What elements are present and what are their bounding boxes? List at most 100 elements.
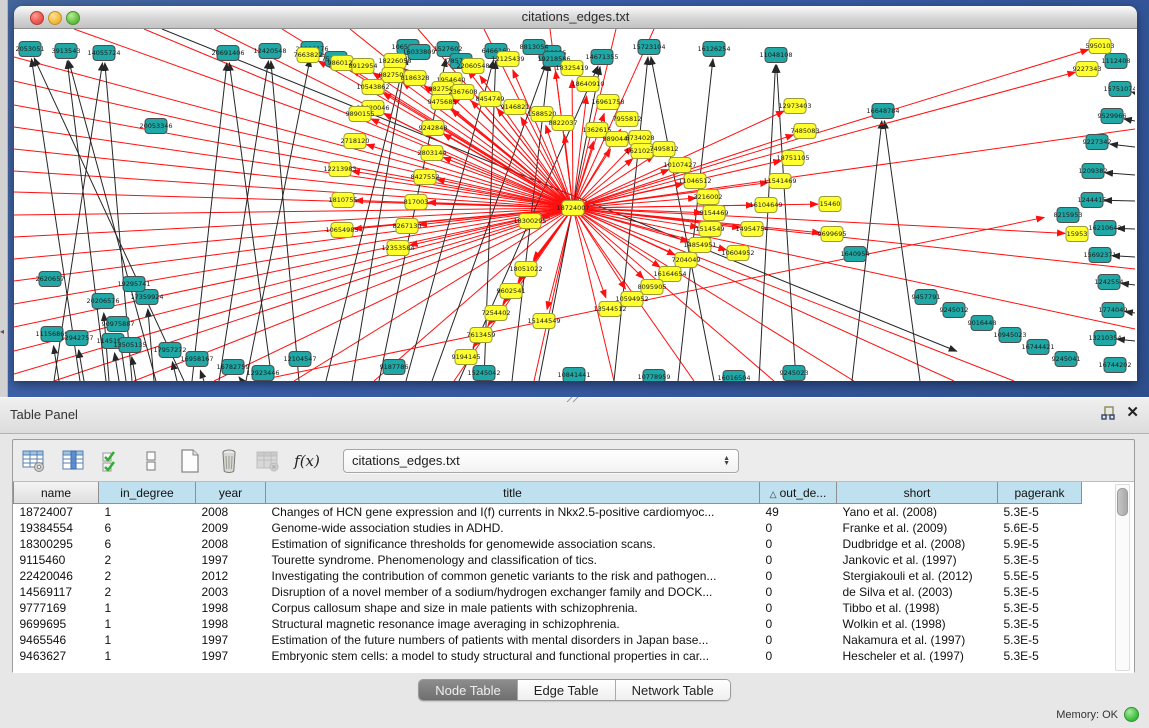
- network-node[interactable]: 2620657: [36, 272, 65, 287]
- cell-year[interactable]: 1998: [196, 616, 266, 632]
- cell-in_degree[interactable]: 6: [99, 536, 196, 552]
- cell-in_degree[interactable]: 2: [99, 552, 196, 568]
- cell-short[interactable]: Hescheler et al. (1997): [837, 648, 998, 664]
- cell-pagerank[interactable]: 5.3E-5: [998, 616, 1082, 632]
- cell-pagerank[interactable]: 5.3E-5: [998, 504, 1082, 521]
- cell-short[interactable]: Jankovic et al. (1997): [837, 552, 998, 568]
- network-node[interactable]: 9699695: [818, 227, 847, 242]
- network-node[interactable]: 18751105: [776, 151, 809, 166]
- table-row[interactable]: 1456911722003Disruption of a novel membe…: [14, 584, 1117, 600]
- network-node[interactable]: 9154469: [700, 206, 729, 221]
- network-node[interactable]: 18640910: [571, 77, 604, 92]
- table-row[interactable]: 1830029562008Estimation of significance …: [14, 536, 1117, 552]
- network-node[interactable]: 7485083: [791, 124, 820, 139]
- cell-short[interactable]: de Silva et al. (2003): [837, 584, 998, 600]
- cell-in_degree[interactable]: 6: [99, 520, 196, 536]
- network-node[interactable]: 15144549: [527, 314, 560, 329]
- select-columns-icon[interactable]: [99, 448, 125, 474]
- network-node[interactable]: 9529966: [1098, 109, 1127, 124]
- cell-in_degree[interactable]: 1: [99, 600, 196, 616]
- new-column-icon[interactable]: [177, 448, 203, 474]
- network-node[interactable]: 1514549: [696, 222, 725, 237]
- cell-year[interactable]: 2008: [196, 504, 266, 521]
- network-node[interactable]: 9245041: [1052, 352, 1081, 367]
- network-node[interactable]: 15692371: [1083, 248, 1116, 263]
- network-node[interactable]: 9475685: [428, 95, 457, 110]
- table-row[interactable]: 977716911998Corpus callosum shape and si…: [14, 600, 1117, 616]
- table-row[interactable]: 946554611997Estimation of the future num…: [14, 632, 1117, 648]
- rows-icon[interactable]: [138, 448, 164, 474]
- network-node[interactable]: 10945023: [993, 328, 1026, 343]
- network-node[interactable]: 16210643: [1088, 221, 1121, 236]
- scrollbar-thumb[interactable]: [1117, 488, 1128, 516]
- network-node[interactable]: 16104649: [749, 198, 782, 213]
- network-canvas[interactable]: 2053051391354314055724206914061242054822…: [14, 29, 1135, 381]
- cell-title[interactable]: Estimation of significance thresholds fo…: [266, 536, 760, 552]
- cell-pagerank[interactable]: 5.5E-5: [998, 568, 1082, 584]
- cell-in_degree[interactable]: 2: [99, 584, 196, 600]
- tab-node-table[interactable]: Node Table: [419, 680, 517, 700]
- tab-edge-table[interactable]: Edge Table: [517, 680, 615, 700]
- cell-pagerank[interactable]: 5.9E-5: [998, 536, 1082, 552]
- cell-pagerank[interactable]: 5.3E-5: [998, 632, 1082, 648]
- network-node[interactable]: 5950103: [1086, 39, 1115, 54]
- network-node[interactable]: 2803144: [418, 146, 447, 161]
- cell-short[interactable]: Nakamura et al. (1997): [837, 632, 998, 648]
- network-node[interactable]: 7254402: [482, 306, 511, 321]
- network-node[interactable]: 20053346: [139, 119, 172, 134]
- cell-pagerank[interactable]: 5.3E-5: [998, 584, 1082, 600]
- network-node[interactable]: 7955812: [613, 112, 642, 127]
- network-node[interactable]: 1209382: [1079, 164, 1108, 179]
- close-panel-icon[interactable]: ✕: [1126, 406, 1139, 420]
- cell-in_degree[interactable]: 1: [99, 504, 196, 521]
- cell-name[interactable]: 9699695: [14, 616, 99, 632]
- cell-title[interactable]: Tourette syndrome. Phenomenology and cla…: [266, 552, 760, 568]
- network-node[interactable]: 15723104: [632, 40, 665, 55]
- network-node[interactable]: 10778959: [637, 370, 670, 382]
- network-node[interactable]: 18051022: [509, 262, 542, 277]
- network-node[interactable]: 8186328: [401, 71, 430, 86]
- vertical-scrollbar[interactable]: [1115, 484, 1130, 671]
- cell-name[interactable]: 9465546: [14, 632, 99, 648]
- column-header-pagerank[interactable]: pagerank: [998, 482, 1082, 504]
- network-node[interactable]: 13210354: [1088, 331, 1121, 346]
- cell-out_degree[interactable]: 0: [760, 616, 837, 632]
- network-node[interactable]: 11046512: [678, 174, 711, 189]
- table-row[interactable]: 969969511998Structural magnetic resonanc…: [14, 616, 1117, 632]
- cell-short[interactable]: Tibbo et al. (1998): [837, 600, 998, 616]
- cell-year[interactable]: 2009: [196, 520, 266, 536]
- cell-year[interactable]: 1997: [196, 648, 266, 664]
- cell-short[interactable]: Wolkin et al. (1998): [837, 616, 998, 632]
- network-node[interactable]: 8215953: [1054, 208, 1083, 223]
- cell-pagerank[interactable]: 5.3E-5: [998, 552, 1082, 568]
- network-node[interactable]: 90975887: [101, 317, 134, 332]
- network-node[interactable]: 7495812: [650, 142, 679, 157]
- network-node[interactable]: 8267130: [393, 219, 422, 234]
- cell-out_degree[interactable]: 49: [760, 504, 837, 521]
- network-node[interactable]: 10841441: [557, 368, 590, 382]
- network-node[interactable]: 1112408: [1102, 54, 1131, 69]
- network-node[interactable]: 9602541: [497, 284, 526, 299]
- minimize-window-button[interactable]: [48, 11, 62, 25]
- network-node[interactable]: 12213983: [323, 162, 356, 177]
- column-header-out_degree[interactable]: △out_de...: [760, 482, 837, 504]
- network-node[interactable]: 16126254: [697, 42, 730, 57]
- cell-in_degree[interactable]: 2: [99, 568, 196, 584]
- cell-name[interactable]: 22420046: [14, 568, 99, 584]
- network-node[interactable]: 9016448: [968, 316, 997, 331]
- network-node[interactable]: 11541469: [763, 174, 796, 189]
- left-collapse-strip[interactable]: ◂: [0, 0, 8, 397]
- column-header-name[interactable]: name: [14, 482, 99, 504]
- network-node[interactable]: 9245012: [940, 303, 969, 318]
- network-node[interactable]: 8427552: [411, 170, 440, 185]
- cell-year[interactable]: 2008: [196, 536, 266, 552]
- panel-splitter-grip[interactable]: [565, 396, 581, 403]
- network-node[interactable]: 8822037: [549, 116, 578, 131]
- cell-year[interactable]: 1997: [196, 632, 266, 648]
- network-node[interactable]: 9227343: [1073, 62, 1102, 77]
- column-header-in_degree[interactable]: in_degree: [99, 482, 196, 504]
- cell-title[interactable]: Investigating the contribution of common…: [266, 568, 760, 584]
- network-node[interactable]: 9245023: [780, 366, 809, 381]
- network-node[interactable]: 16744421: [1021, 340, 1054, 355]
- table-row[interactable]: 911546021997Tourette syndrome. Phenomeno…: [14, 552, 1117, 568]
